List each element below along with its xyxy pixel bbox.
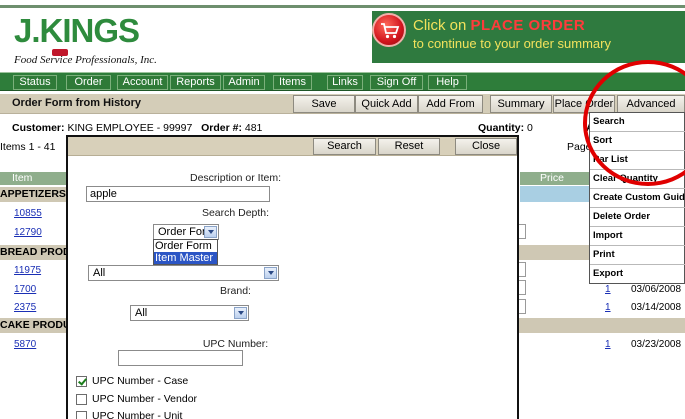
quick-add-button[interactable]: Quick Add (355, 95, 418, 113)
upc-vendor-checkbox[interactable] (76, 394, 87, 405)
brand-value: All (135, 307, 148, 319)
nav-links[interactable]: Links (327, 75, 363, 90)
history-link[interactable]: 1 (605, 339, 611, 350)
chevron-down-icon[interactable] (264, 267, 277, 279)
place-order-banner[interactable]: Click on PLACE ORDER to continue to your… (372, 11, 685, 63)
banner-headline: Click on PLACE ORDER (413, 17, 585, 34)
upc-case-checkbox[interactable] (76, 376, 87, 387)
nav-account[interactable]: Account (117, 75, 168, 90)
order-label: Order #: (201, 122, 242, 134)
dialog-search-button[interactable]: Search (313, 138, 376, 155)
cart-icon (372, 13, 406, 47)
history-link[interactable]: 1 (605, 284, 611, 295)
search-depth-select[interactable]: Order Form (153, 224, 219, 240)
search-depth-label: Search Depth: (201, 207, 270, 219)
nav-sign-off[interactable]: Sign Off (370, 75, 423, 90)
logo-wordmark: J.KINGS (14, 12, 140, 49)
item-link[interactable]: 1700 (14, 284, 36, 295)
menu-item-import[interactable]: Import (590, 227, 685, 246)
item-link[interactable]: 5870 (14, 339, 36, 350)
dialog-toolbar: Search Reset Close (68, 137, 517, 156)
description-input[interactable] (86, 186, 270, 202)
history-date: 03/23/2008 (631, 339, 682, 350)
upc-vendor-label: UPC Number - Vendor (92, 393, 198, 405)
item-link[interactable]: 12790 (14, 227, 42, 238)
item-link[interactable]: 11975 (14, 265, 41, 276)
logo-tagline: Food Service Professionals, Inc. (14, 54, 157, 66)
search-depth-option[interactable]: Order Form (154, 240, 217, 252)
top-border (0, 0, 685, 8)
category-value: All (93, 267, 106, 279)
category-row: APPETIZERS (0, 187, 66, 202)
menu-item-print[interactable]: Print (590, 246, 685, 265)
column-header-item[interactable]: Item (0, 172, 66, 185)
nav-help[interactable]: Help (428, 75, 467, 90)
main-nav: Status Order Account Reports Admin Items… (0, 72, 685, 91)
dialog-close-button[interactable]: Close (455, 138, 517, 155)
search-dialog: Search Reset Close Description or Item: … (66, 135, 519, 419)
menu-item-delete-order[interactable]: Delete Order (590, 208, 685, 227)
menu-item-create-custom-guide[interactable]: Create Custom Guide (590, 189, 685, 208)
nav-reports[interactable]: Reports (170, 75, 221, 90)
page-title: Order Form from History (12, 97, 141, 109)
quantity-label: Quantity: (478, 122, 525, 134)
upc-unit-label: UPC Number - Unit (92, 410, 183, 419)
upc-case-label: UPC Number - Case (92, 375, 189, 387)
form-toolbar: Order Form from History Save Quick Add A… (0, 94, 685, 114)
history-link[interactable]: 1 (605, 302, 611, 313)
upc-input[interactable] (118, 350, 243, 366)
items-count: Items 1 - 41 (0, 141, 56, 153)
company-logo[interactable]: J.KINGS Food Service Professionals, Inc. (14, 12, 159, 67)
dialog-reset-button[interactable]: Reset (378, 138, 440, 155)
add-from-button[interactable]: Add From (418, 95, 483, 113)
quantity-group: Quantity: 0 (478, 122, 533, 134)
customer-value: KING EMPLOYEE - 99997 (67, 122, 193, 134)
nav-order[interactable]: Order (66, 75, 111, 90)
description-label: Description or Item: (189, 172, 282, 184)
save-button[interactable]: Save (293, 95, 355, 113)
order-value: 481 (244, 122, 263, 134)
banner-subline: to continue to your order summary (413, 36, 611, 51)
history-date: 03/14/2008 (631, 302, 682, 313)
upc-unit-checkbox[interactable] (76, 411, 87, 419)
customer-info: Customer: KING EMPLOYEE - 99997 Order #:… (12, 122, 672, 136)
menu-item-export[interactable]: Export (590, 265, 685, 284)
brand-select[interactable]: All (130, 305, 249, 321)
history-date: 03/06/2008 (631, 284, 682, 295)
column-header-price[interactable]: Price (520, 172, 585, 185)
search-depth-dropdown: Order Form Item Master (153, 239, 218, 265)
item-link[interactable]: 10855 (14, 208, 42, 219)
nav-admin[interactable]: Admin (223, 75, 265, 90)
category-select[interactable]: All (88, 265, 279, 281)
chevron-down-icon[interactable] (204, 226, 217, 238)
item-link[interactable]: 2375 (14, 302, 36, 313)
customer-label: Customer: (12, 122, 65, 134)
summary-button[interactable]: Summary (490, 95, 552, 113)
banner-action: PLACE ORDER (470, 17, 586, 34)
search-depth-option[interactable]: Item Master (154, 252, 217, 264)
banner-prefix: Click on (413, 17, 471, 34)
quantity-value: 0 (527, 122, 533, 134)
upc-label: UPC Number: (202, 338, 269, 350)
brand-label: Brand: (220, 285, 251, 297)
nav-status[interactable]: Status (13, 75, 57, 90)
nav-items[interactable]: Items (273, 75, 312, 90)
chevron-down-icon[interactable] (234, 307, 247, 319)
